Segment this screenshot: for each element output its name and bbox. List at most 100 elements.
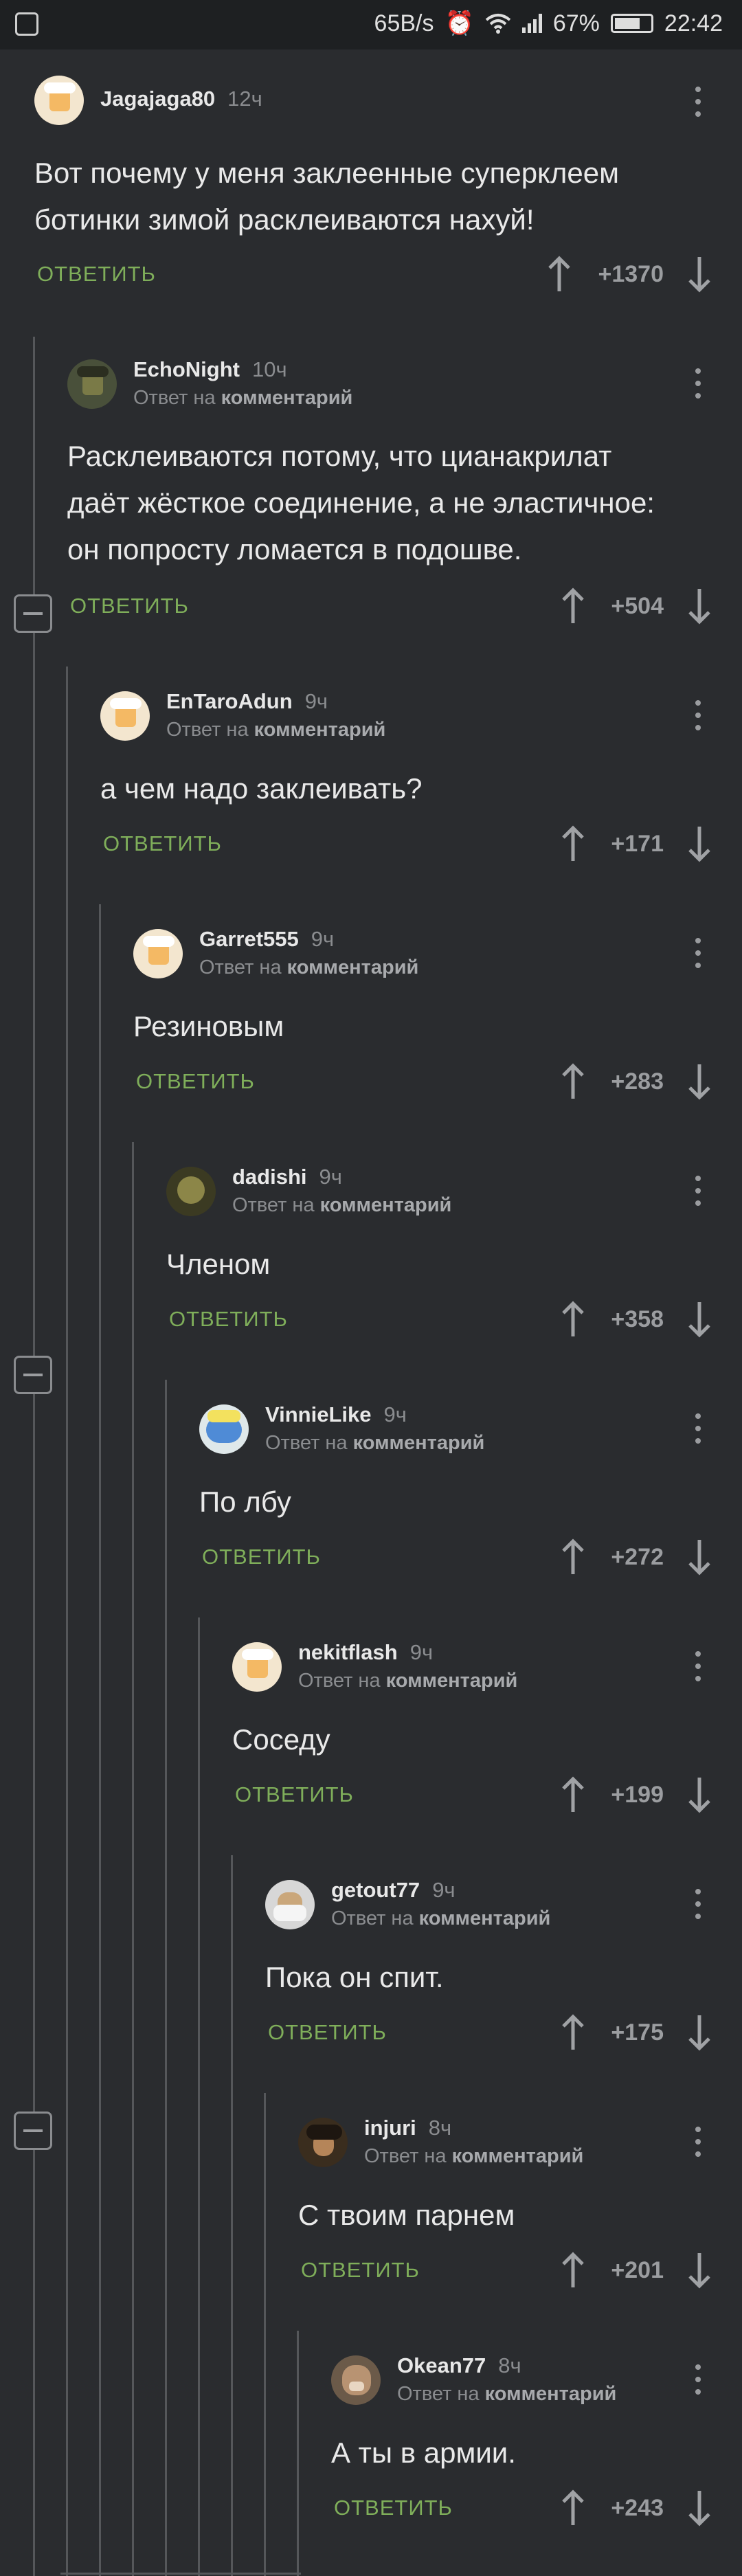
avatar[interactable] [298, 2118, 348, 2167]
reply-button[interactable]: ОТВЕТИТЬ [70, 594, 189, 618]
avatar[interactable] [34, 76, 84, 125]
reply-to[interactable]: Ответ на комментарий [232, 1194, 451, 1217]
downvote-icon[interactable] [686, 1776, 713, 1813]
reply-button[interactable]: ОТВЕТИТЬ [202, 1545, 321, 1569]
downvote-icon[interactable] [686, 2014, 713, 2051]
avatar[interactable] [133, 929, 183, 978]
downvote-icon[interactable] [686, 1538, 713, 1576]
upvote-icon[interactable] [559, 1538, 587, 1576]
upvote-icon[interactable] [559, 587, 587, 625]
username[interactable]: Jagajaga80 12ч [100, 87, 262, 111]
upvote-icon[interactable] [559, 1776, 587, 1813]
alarm-icon: ⏰ [445, 10, 474, 36]
more-menu-icon[interactable] [695, 2127, 701, 2157]
upvote-icon[interactable] [559, 825, 587, 862]
upvote-icon[interactable] [559, 2252, 587, 2289]
avatar[interactable] [232, 1642, 282, 1692]
upvote-icon[interactable] [559, 2489, 587, 2527]
rating: +199 [611, 1782, 664, 1808]
comment-text: Соседу [232, 1723, 330, 1756]
upvote-icon[interactable] [559, 1301, 587, 1338]
more-menu-icon[interactable] [695, 1651, 701, 1681]
thread-line [264, 2093, 266, 2576]
comment-text: По лбу [199, 1486, 291, 1518]
username[interactable]: Okean77 8ч [397, 2353, 521, 2378]
collapse-button[interactable] [14, 594, 52, 633]
screenshot-icon [15, 12, 38, 36]
rating: +201 [611, 2257, 664, 2283]
rating: +272 [611, 1544, 664, 1570]
upvote-icon[interactable] [546, 256, 573, 293]
username[interactable]: EchoNight 10ч [133, 357, 287, 382]
reply-to[interactable]: Ответ на комментарий [166, 719, 385, 741]
comment-time: 8ч [498, 2353, 521, 2377]
username[interactable]: dadishi 9ч [232, 1165, 342, 1189]
avatar[interactable] [166, 1167, 216, 1216]
comment-text: Вот почему у меня заклеенные суперклеем б… [34, 157, 619, 236]
downvote-icon[interactable] [686, 825, 713, 862]
username[interactable]: getout77 9ч [331, 1878, 456, 1903]
username[interactable]: VinnieLike 9ч [265, 1402, 407, 1427]
collapse-button[interactable] [14, 2112, 52, 2150]
downvote-icon[interactable] [686, 2489, 713, 2527]
reply-to[interactable]: Ответ на комментарий [331, 1907, 550, 1930]
rating: +175 [611, 2019, 664, 2046]
thread-line [60, 2573, 301, 2575]
rating: +1370 [598, 261, 664, 287]
avatar[interactable] [67, 359, 117, 409]
more-menu-icon[interactable] [695, 1413, 701, 1444]
comment-time: 9ч [319, 1165, 342, 1189]
comment-text: Пока он спит. [265, 1961, 444, 1993]
rating: +171 [611, 831, 664, 857]
avatar[interactable] [331, 2355, 381, 2405]
reply-button[interactable]: ОТВЕТИТЬ [136, 1069, 255, 1094]
reply-button[interactable]: ОТВЕТИТЬ [103, 831, 222, 856]
collapse-button[interactable] [14, 1356, 52, 1394]
thread-line [99, 904, 101, 2576]
downvote-icon[interactable] [686, 1063, 713, 1100]
reply-button[interactable]: ОТВЕТИТЬ [301, 2258, 420, 2283]
thread-line [297, 2331, 299, 2576]
username[interactable]: nekitflash 9ч [298, 1640, 433, 1665]
downvote-icon[interactable] [686, 1301, 713, 1338]
avatar[interactable] [199, 1404, 249, 1454]
more-menu-icon[interactable] [695, 938, 701, 968]
more-menu-icon[interactable] [695, 700, 701, 730]
more-menu-icon[interactable] [695, 1889, 701, 1919]
reply-button[interactable]: ОТВЕТИТЬ [334, 2496, 453, 2520]
reply-button[interactable]: ОТВЕТИТЬ [169, 1307, 288, 1332]
more-menu-icon[interactable] [695, 1176, 701, 1206]
avatar[interactable] [100, 691, 150, 741]
reply-button[interactable]: ОТВЕТИТЬ [235, 1782, 354, 1807]
reply-to[interactable]: Ответ на комментарий [397, 2383, 616, 2406]
rating: +243 [611, 2495, 664, 2521]
network-speed: 65B/s [374, 10, 434, 36]
more-menu-icon[interactable] [695, 87, 701, 117]
reply-to[interactable]: Ответ на комментарий [298, 1670, 517, 1692]
thread-line [165, 1380, 167, 2576]
downvote-icon[interactable] [686, 2252, 713, 2289]
reply-button[interactable]: ОТВЕТИТЬ [37, 262, 156, 287]
clock: 22:42 [664, 10, 723, 36]
comment-text: Расклеиваются потому, что цианакрилат даё… [67, 440, 655, 565]
reply-button[interactable]: ОТВЕТИТЬ [268, 2020, 387, 2045]
reply-to[interactable]: Ответ на комментарий [265, 1432, 484, 1455]
thread-line [66, 667, 68, 2576]
username[interactable]: Garret555 9ч [199, 927, 334, 952]
thread-line [198, 1617, 200, 2576]
reply-to[interactable]: Ответ на комментарий [133, 387, 352, 410]
downvote-icon[interactable] [686, 256, 713, 293]
reply-to[interactable]: Ответ на комментарий [364, 2145, 583, 2168]
reply-to[interactable]: Ответ на комментарий [199, 956, 418, 979]
comment-text: Членом [166, 1248, 271, 1280]
upvote-icon[interactable] [559, 2014, 587, 2051]
username[interactable]: injuri 8ч [364, 2116, 451, 2140]
downvote-icon[interactable] [686, 587, 713, 625]
comment-text: а чем надо заклеивать? [100, 772, 423, 805]
upvote-icon[interactable] [559, 1063, 587, 1100]
avatar[interactable] [265, 1880, 315, 1929]
more-menu-icon[interactable] [695, 368, 701, 399]
more-menu-icon[interactable] [695, 2364, 701, 2395]
comment-time: 9ч [304, 689, 328, 713]
username[interactable]: EnTaroAdun 9ч [166, 689, 328, 714]
